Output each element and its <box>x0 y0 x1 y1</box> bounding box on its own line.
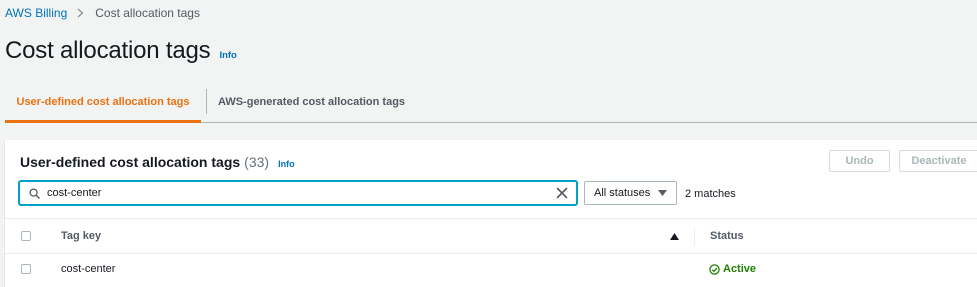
panel-info-link[interactable]: Info <box>278 159 295 169</box>
status-label: Active <box>723 263 757 275</box>
tab-user-defined[interactable]: User-defined cost allocation tags <box>5 81 201 123</box>
panel-title: User-defined cost allocation tags <box>20 154 241 170</box>
status-filter-select[interactable]: All statuses <box>584 181 677 205</box>
tags-panel: User-defined cost allocation tags (33) I… <box>5 140 977 287</box>
column-divider[interactable] <box>694 228 695 246</box>
panel-header: User-defined cost allocation tags (33) I… <box>20 154 295 170</box>
tag-count: (33) <box>244 154 270 170</box>
chevron-right-icon <box>77 8 84 18</box>
info-link[interactable]: Info <box>219 50 236 61</box>
row-checkbox[interactable] <box>21 264 31 274</box>
table-header: Tag key Status <box>5 218 977 254</box>
status-filter-value: All statuses <box>594 187 651 199</box>
breadcrumb: AWS Billing Cost allocation tags <box>5 6 200 20</box>
caret-down-icon <box>658 190 667 197</box>
column-header-tag-key[interactable]: Tag key <box>61 230 101 242</box>
sort-ascending-icon[interactable] <box>670 233 679 240</box>
tag-key-cell: cost-center <box>61 263 116 275</box>
check-circle-icon <box>709 263 720 275</box>
tab-divider <box>206 89 207 114</box>
table-row: cost-center Active <box>5 254 977 286</box>
column-header-status: Status <box>710 230 744 242</box>
search-field[interactable] <box>19 181 577 205</box>
undo-button[interactable]: Undo <box>829 150 890 172</box>
tabs: User-defined cost allocation tags AWS-ge… <box>5 81 977 123</box>
search-icon <box>29 187 40 199</box>
breadcrumb-link-aws-billing[interactable]: AWS Billing <box>5 6 67 20</box>
search-input[interactable] <box>47 187 527 199</box>
status-cell: Active <box>709 263 756 275</box>
deactivate-button[interactable]: Deactivate <box>899 150 977 172</box>
page-title: Cost allocation tags <box>5 37 211 64</box>
tab-aws-generated[interactable]: AWS-generated cost allocation tags <box>218 81 405 122</box>
page-header: Cost allocation tags Info <box>5 37 237 65</box>
matches-count: 2 matches <box>685 188 736 200</box>
select-all-checkbox[interactable] <box>21 231 31 241</box>
clear-icon[interactable] <box>556 187 568 199</box>
breadcrumb-current: Cost allocation tags <box>95 6 200 20</box>
